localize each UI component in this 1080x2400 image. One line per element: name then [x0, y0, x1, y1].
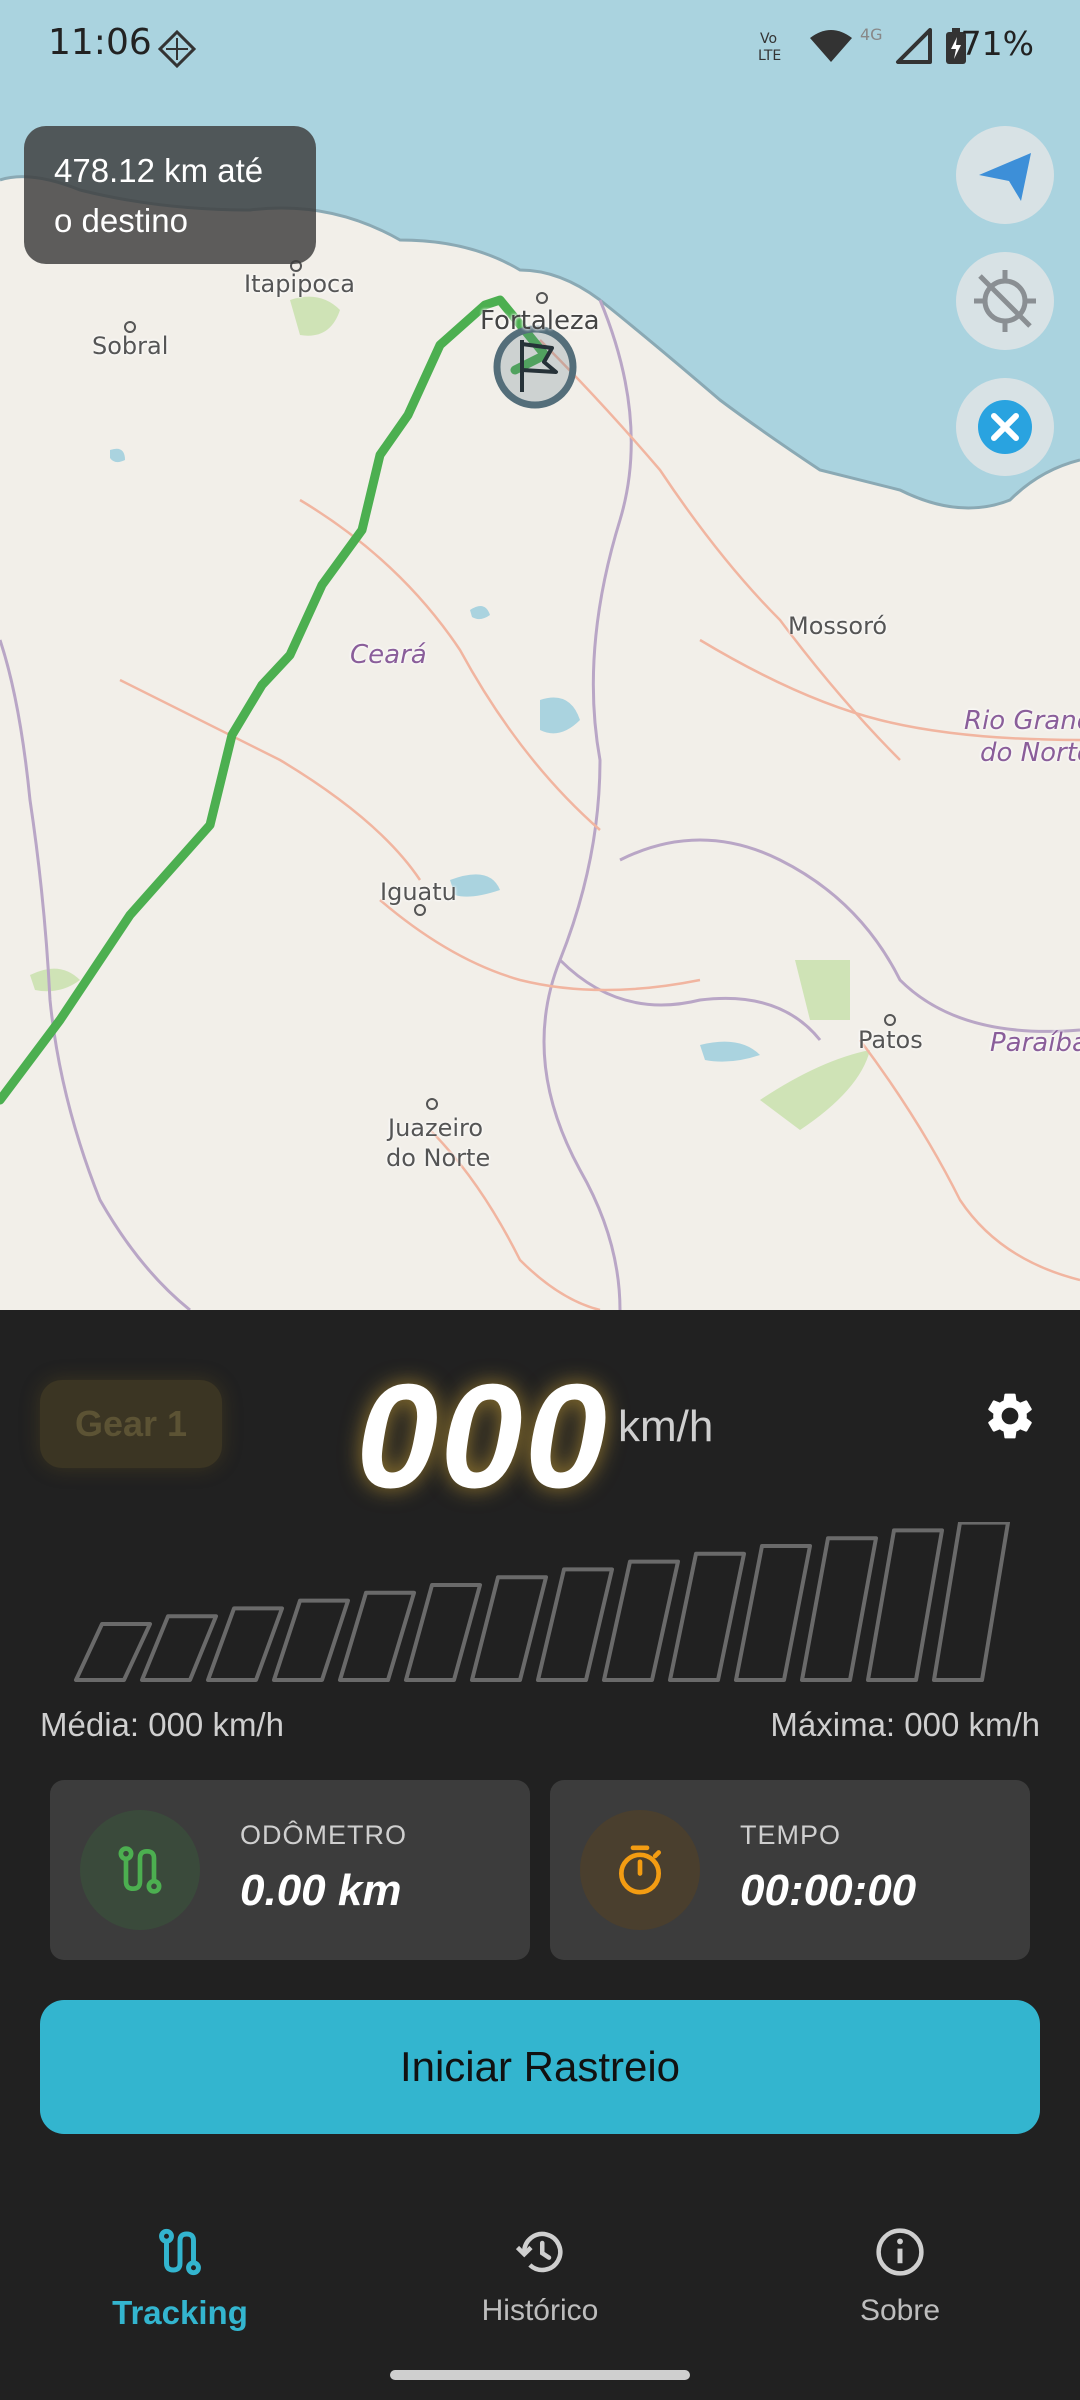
speed-bar	[800, 1536, 878, 1682]
route-icon	[118, 1846, 162, 1894]
timer-icon-circle	[580, 1810, 700, 1930]
map-label-patos: Patos	[858, 1026, 923, 1054]
home-indicator[interactable]	[390, 2370, 690, 2380]
nav-about-label: Sobre	[859, 2294, 941, 2327]
navigation-arrow-button[interactable]	[956, 126, 1054, 224]
battery-percentage: 71%	[960, 24, 1034, 63]
route-icon	[150, 2222, 210, 2282]
navigation-arrow-icon	[979, 153, 1031, 201]
speed-bar	[338, 1590, 416, 1682]
map-label-juazeiro: Juazeiro	[388, 1114, 484, 1142]
map-label-ceara: Ceará	[350, 640, 427, 670]
speed-bar	[206, 1606, 284, 1682]
map-label-mossoro: Mossoró	[788, 612, 888, 640]
status-time: 11:06	[48, 22, 152, 63]
max-speed: Máxima: 000 km/h	[770, 1706, 1040, 1743]
time-label: TEMPO	[740, 1820, 842, 1850]
time-value: 00:00:00	[740, 1866, 917, 1915]
speed-bar	[272, 1598, 350, 1682]
map-label-fortaleza: Fortaleza	[480, 306, 600, 336]
nav-tracking-label: Tracking	[112, 2294, 248, 2331]
volte-icon: Vo LTE	[758, 31, 781, 64]
speed-bar	[866, 1528, 944, 1682]
odometer-label: ODÔMETRO	[240, 1820, 407, 1850]
nav-history-label: Histórico	[481, 2294, 599, 2327]
svg-text:LTE: LTE	[758, 48, 781, 64]
odometer-value: 0.00 km	[240, 1866, 402, 1915]
speed-bar	[74, 1622, 152, 1682]
start-tracking-button[interactable]: Iniciar Rastreio	[40, 2000, 1040, 2134]
odometer-icon-circle	[80, 1810, 200, 1930]
info-icon	[870, 2222, 930, 2282]
current-speed: 000	[356, 1354, 609, 1519]
gps-off-button[interactable]	[956, 252, 1054, 350]
speed-bar	[602, 1559, 680, 1682]
bottom-navigation: Tracking Histórico Sobre	[0, 2190, 1080, 2360]
speed-bar	[470, 1575, 548, 1682]
speed-bar	[668, 1551, 746, 1682]
gear-icon	[988, 1393, 1032, 1439]
map-label-sobral: Sobral	[92, 332, 169, 360]
map-view[interactable]: Itapipoca Sobral Fortaleza Mossoró Ceará…	[0, 0, 1080, 1310]
odometer-card: ODÔMETRO 0.00 km	[50, 1780, 530, 1960]
map-label-do-norte: do Norte	[980, 738, 1080, 768]
tracking-panel: Gear 1 000 km/h Média: 000 km/h Máxima: …	[0, 1310, 1080, 2400]
grid-diamond-icon	[158, 30, 196, 68]
svg-text:Vo: Vo	[760, 31, 777, 47]
average-speed: Média: 000 km/h	[40, 1706, 284, 1743]
speed-unit: km/h	[618, 1402, 714, 1451]
speed-bar	[932, 1522, 1010, 1682]
time-card: TEMPO 00:00:00	[550, 1780, 1030, 1960]
clear-destination-button[interactable]	[956, 378, 1054, 476]
map-label-itapipoca: Itapipoca	[244, 270, 355, 298]
speed-bars	[74, 1522, 1010, 1682]
svg-text:4G: 4G	[860, 25, 883, 44]
nav-history[interactable]: Histórico	[360, 2190, 720, 2340]
nav-tracking[interactable]: Tracking	[0, 2190, 360, 2340]
speed-bar	[140, 1614, 218, 1682]
gps-off-icon	[974, 270, 1036, 332]
distance-to-destination: 478.12 km até o destino	[24, 126, 316, 264]
map-label-rio-grande: Rio Grand	[964, 706, 1080, 736]
signal-4g-icon: 4G	[860, 25, 932, 64]
history-icon	[510, 2222, 570, 2282]
settings-button[interactable]	[978, 1384, 1042, 1448]
close-circle-icon	[978, 400, 1032, 454]
status-bar: 11:06 Vo LTE 4G 71%	[0, 0, 1080, 92]
stopwatch-icon	[619, 1845, 661, 1895]
map-label-iguatu: Iguatu	[380, 878, 457, 906]
nav-about[interactable]: Sobre	[720, 2190, 1080, 2340]
wifi-icon	[810, 30, 852, 62]
map-label-juazeiro-2: do Norte	[386, 1144, 491, 1172]
map-label-paraiba: Paraíba	[990, 1028, 1080, 1058]
gear-indicator: Gear 1	[40, 1380, 222, 1468]
speed-bar	[536, 1567, 614, 1682]
speed-bar	[734, 1544, 812, 1682]
speed-bar	[404, 1583, 482, 1682]
